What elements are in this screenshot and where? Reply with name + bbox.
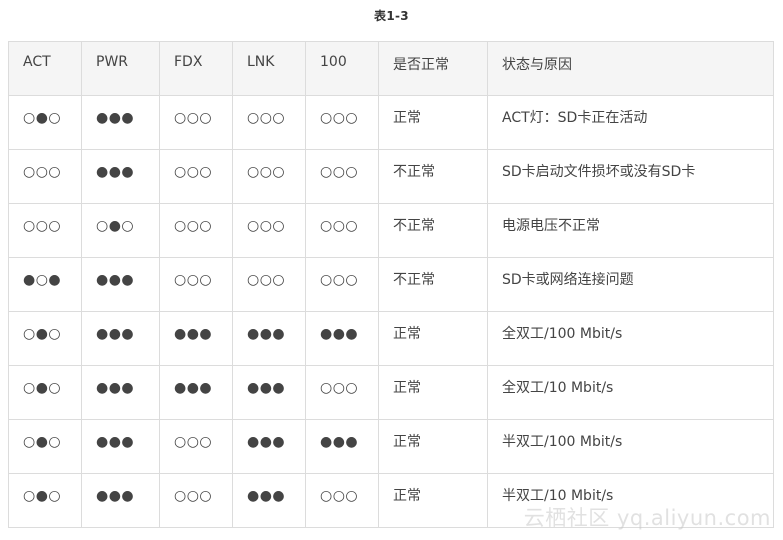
- cell-act: ○●○: [8, 365, 82, 420]
- cell-lnk: ●●●: [232, 365, 306, 420]
- cell-100: ○○○: [305, 203, 379, 258]
- cell-normal: 正常: [378, 311, 488, 366]
- header-100: 100: [305, 41, 379, 96]
- cell-pwr: ●●●: [81, 311, 160, 366]
- cell-normal: 正常: [378, 473, 488, 528]
- cell-act: ○●○: [8, 473, 82, 528]
- cell-status-reason: SD卡启动文件损坏或没有SD卡: [487, 149, 774, 204]
- cell-lnk: ●●●: [232, 311, 306, 366]
- cell-normal: 不正常: [378, 203, 488, 258]
- cell-normal: 正常: [378, 95, 488, 150]
- cell-fdx: ●●●: [159, 365, 233, 420]
- header-fdx: FDX: [159, 41, 233, 96]
- cell-fdx: ○○○: [159, 419, 233, 474]
- cell-status-reason: 电源电压不正常: [487, 203, 774, 258]
- cell-lnk: ○○○: [232, 203, 306, 258]
- cell-act: ○●○: [8, 95, 82, 150]
- cell-status-reason: SD卡或网络连接问题: [487, 257, 774, 312]
- cell-act: ○●○: [8, 419, 82, 474]
- header-lnk: LNK: [232, 41, 306, 96]
- table-header-row: ACT PWR FDX LNK 100 是否正常 状态与原因: [8, 41, 774, 96]
- cell-status-reason: 半双工/10 Mbit/s: [487, 473, 774, 528]
- cell-fdx: ○○○: [159, 203, 233, 258]
- cell-100: ○○○: [305, 473, 379, 528]
- cell-normal: 正常: [378, 419, 488, 474]
- cell-100: ○○○: [305, 149, 379, 204]
- cell-pwr: ●●●: [81, 365, 160, 420]
- table-row: ○●○ ●●● ○○○ ●●● ●●● 正常 半双工/100 Mbit/s: [8, 419, 774, 474]
- table-row: ●○● ●●● ○○○ ○○○ ○○○ 不正常 SD卡或网络连接问题: [8, 257, 774, 312]
- table-row: ○●○ ●●● ○○○ ○○○ ○○○ 正常 ACT灯：SD卡正在活动: [8, 95, 774, 150]
- cell-fdx: ○○○: [159, 149, 233, 204]
- cell-lnk: ○○○: [232, 95, 306, 150]
- cell-pwr: ●●●: [81, 419, 160, 474]
- table-row: ○●○ ●●● ○○○ ●●● ○○○ 正常 半双工/10 Mbit/s: [8, 473, 774, 528]
- header-act: ACT: [8, 41, 82, 96]
- cell-lnk: ○○○: [232, 257, 306, 312]
- table-caption: 表1-3: [374, 9, 409, 23]
- cell-lnk: ●●●: [232, 419, 306, 474]
- header-status-reason: 状态与原因: [487, 41, 774, 96]
- cell-100: ○○○: [305, 365, 379, 420]
- cell-100: ●●●: [305, 311, 379, 366]
- cell-fdx: ○○○: [159, 95, 233, 150]
- cell-lnk: ○○○: [232, 149, 306, 204]
- cell-fdx: ○○○: [159, 473, 233, 528]
- table-row: ○●○ ●●● ●●● ●●● ○○○ 正常 全双工/10 Mbit/s: [8, 365, 774, 420]
- cell-status-reason: 半双工/100 Mbit/s: [487, 419, 774, 474]
- cell-100: ○○○: [305, 257, 379, 312]
- table-row: ○○○ ○●○ ○○○ ○○○ ○○○ 不正常 电源电压不正常: [8, 203, 774, 258]
- cell-pwr: ●●●: [81, 149, 160, 204]
- table-row: ○●○ ●●● ●●● ●●● ●●● 正常 全双工/100 Mbit/s: [8, 311, 774, 366]
- header-pwr: PWR: [81, 41, 160, 96]
- cell-pwr: ●●●: [81, 473, 160, 528]
- cell-pwr: ●●●: [81, 257, 160, 312]
- cell-pwr: ●●●: [81, 95, 160, 150]
- cell-act: ●○●: [8, 257, 82, 312]
- cell-fdx: ●●●: [159, 311, 233, 366]
- led-status-table: ACT PWR FDX LNK 100 是否正常 状态与原因 ○●○ ●●● ○…: [8, 41, 774, 528]
- cell-lnk: ●●●: [232, 473, 306, 528]
- cell-normal: 不正常: [378, 149, 488, 204]
- cell-act: ○○○: [8, 203, 82, 258]
- cell-pwr: ○●○: [81, 203, 160, 258]
- cell-fdx: ○○○: [159, 257, 233, 312]
- cell-status-reason: 全双工/100 Mbit/s: [487, 311, 774, 366]
- cell-status-reason: ACT灯：SD卡正在活动: [487, 95, 774, 150]
- cell-100: ○○○: [305, 95, 379, 150]
- table-row: ○○○ ●●● ○○○ ○○○ ○○○ 不正常 SD卡启动文件损坏或没有SD卡: [8, 149, 774, 204]
- cell-normal: 不正常: [378, 257, 488, 312]
- cell-act: ○○○: [8, 149, 82, 204]
- header-normal: 是否正常: [378, 41, 488, 96]
- cell-status-reason: 全双工/10 Mbit/s: [487, 365, 774, 420]
- cell-normal: 正常: [378, 365, 488, 420]
- cell-act: ○●○: [8, 311, 82, 366]
- cell-100: ●●●: [305, 419, 379, 474]
